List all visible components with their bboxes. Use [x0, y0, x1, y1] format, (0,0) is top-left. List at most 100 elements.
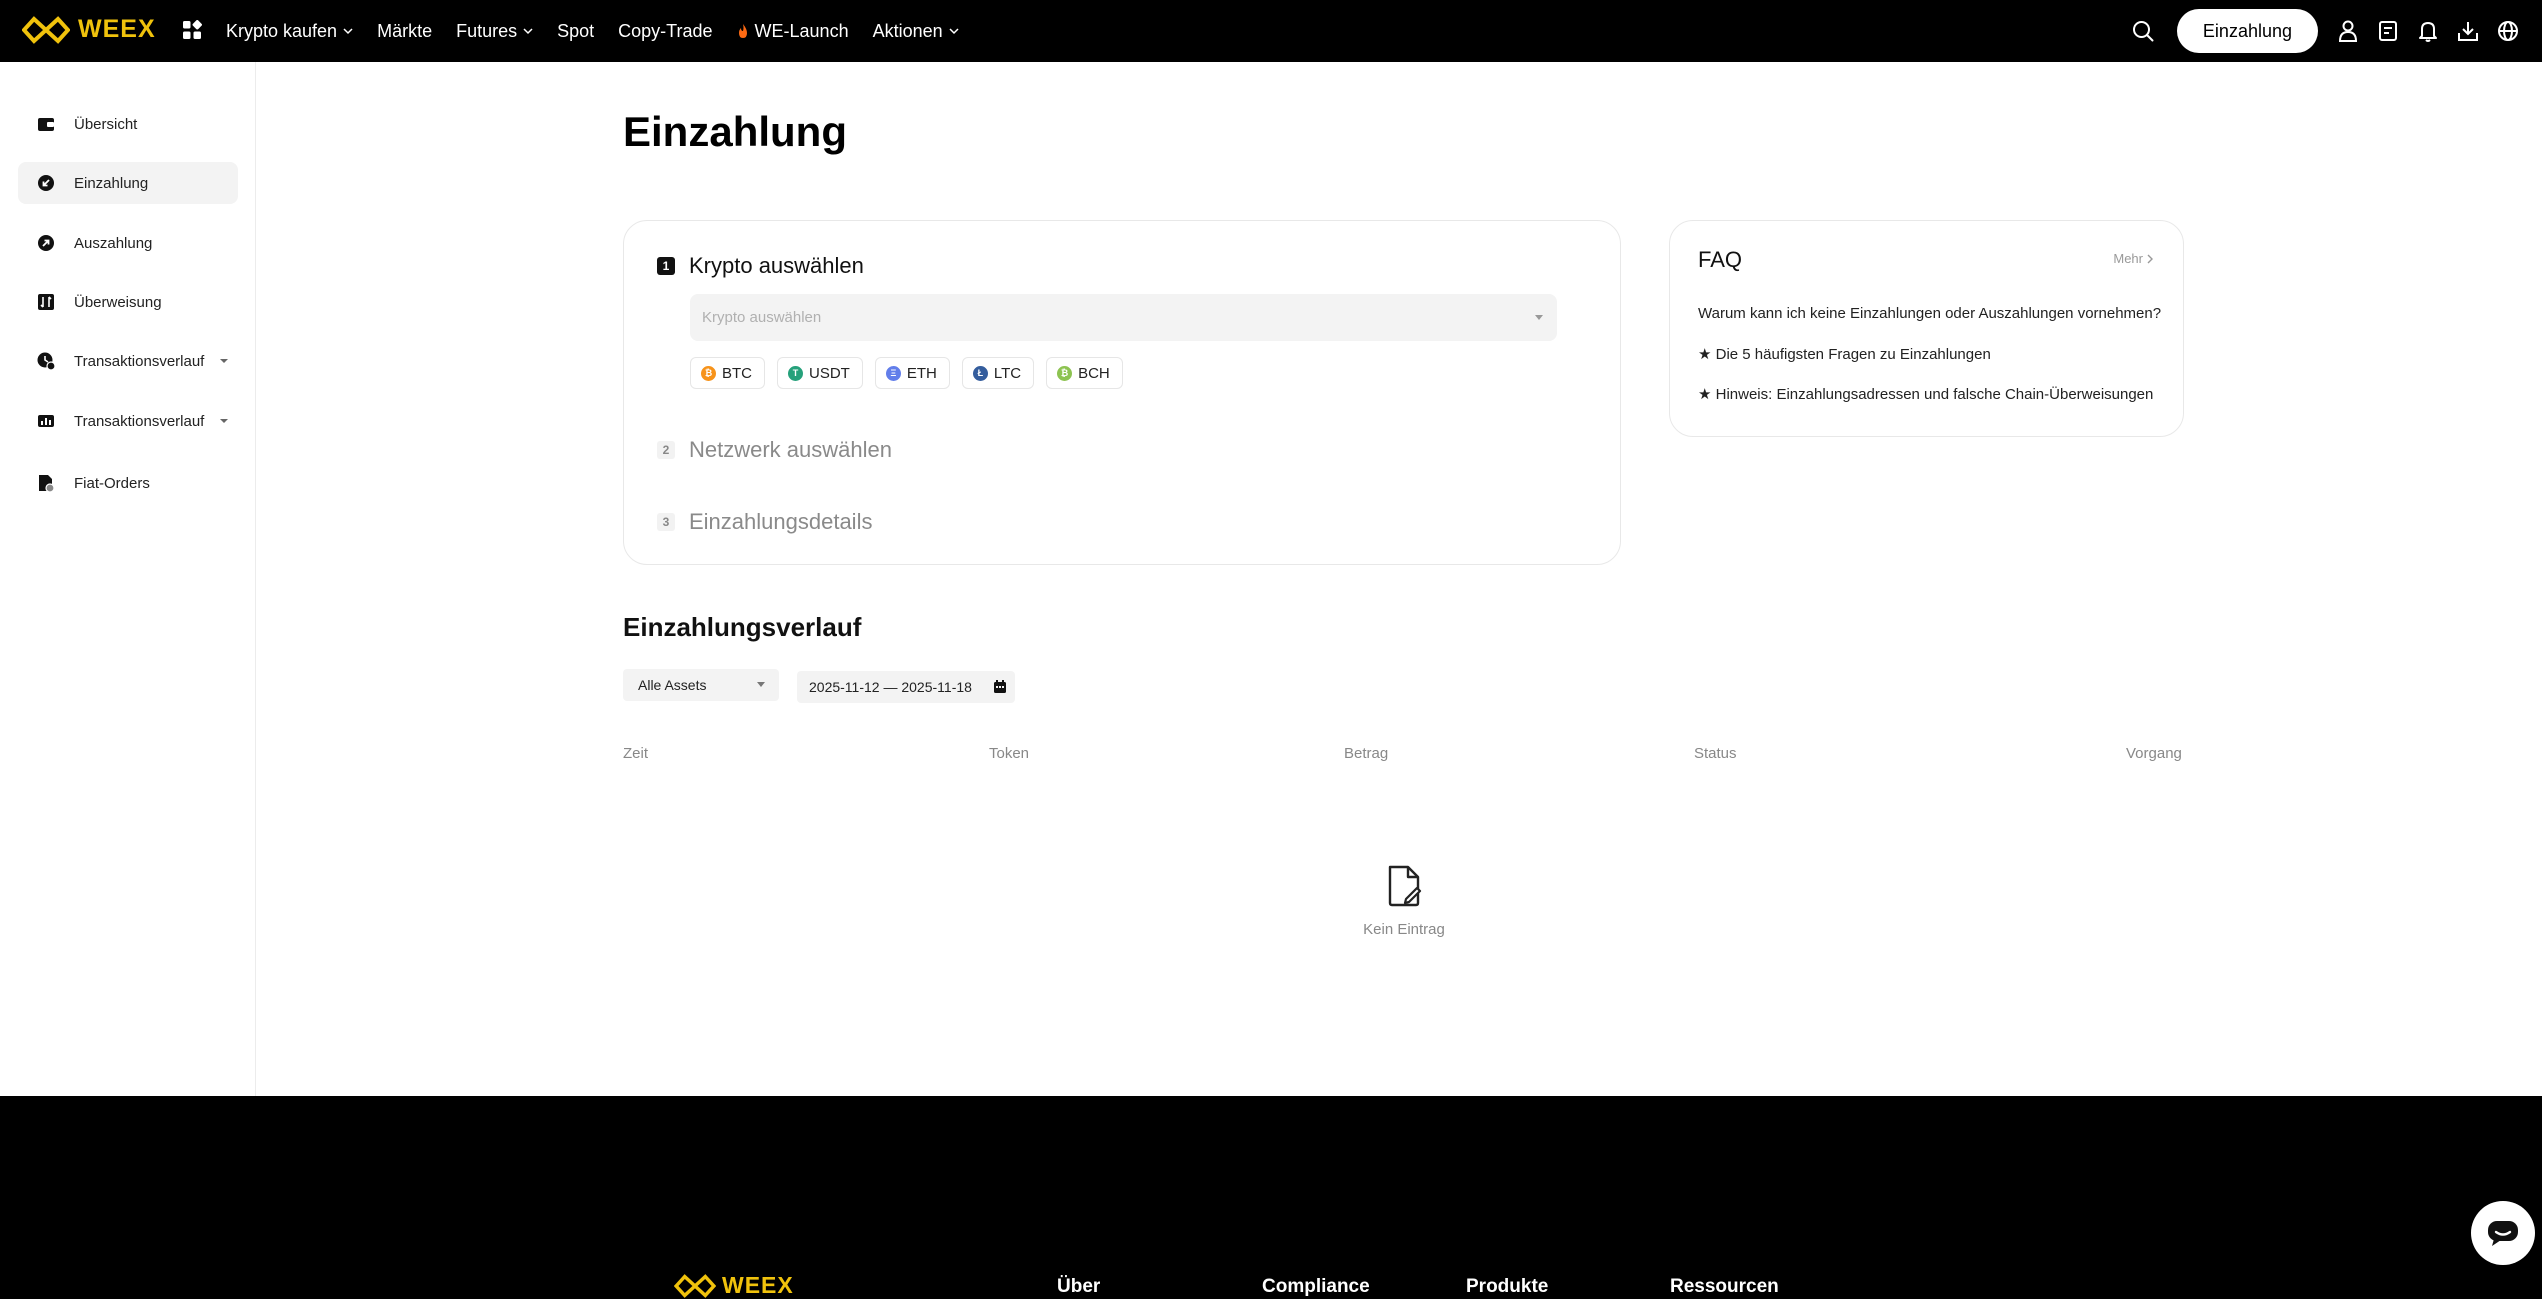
btc-icon: ₿ — [701, 365, 716, 381]
fire-icon — [738, 23, 747, 38]
faq-more-label: Mehr — [2113, 251, 2143, 266]
footer-column-resources: Ressourcen — [1670, 1276, 1779, 1297]
footer-column-about: Über — [1057, 1276, 1101, 1297]
nav-actions: Einzahlung — [2123, 0, 2528, 62]
nav-item-label: Aktionen — [872, 20, 943, 41]
sidebar-item-label: Einzahlung — [74, 174, 149, 192]
chevron-down-icon — [343, 28, 353, 35]
empty-state-text: Kein Eintrag — [1363, 921, 1445, 938]
sidebar-item-label: Fiat-Orders — [74, 474, 150, 492]
coin-chip-usdt[interactable]: T USDT — [777, 357, 863, 389]
step-number: 1 — [657, 257, 675, 275]
empty-document-icon — [1388, 865, 1422, 907]
coin-symbol: LTC — [993, 364, 1022, 382]
weex-logo-icon — [674, 1273, 716, 1298]
user-icon[interactable] — [2328, 11, 2368, 51]
fiat-orders-icon — [39, 475, 55, 493]
usdt-icon: T — [788, 365, 803, 381]
wallet-icon — [38, 118, 54, 131]
sidebar-item-label: Auszahlung — [74, 234, 153, 252]
date-range-picker[interactable]: 2025-11-12 — 2025-11-18 — [797, 671, 1015, 703]
nav-item-copy-trade[interactable]: Copy-Trade — [618, 21, 712, 42]
ltc-icon: Ł — [972, 365, 988, 381]
orders-icon[interactable] — [2368, 11, 2408, 51]
nav-item-label: Krypto kaufen — [226, 20, 338, 41]
nav-item-label: Märkte — [377, 20, 433, 41]
weex-logo-text: WEEX — [78, 15, 156, 43]
weex-logo[interactable]: WEEX — [22, 15, 156, 44]
coin-symbol: BCH — [1078, 364, 1110, 382]
step-select-network: 2 Netzwerk auswählen — [657, 437, 892, 463]
sidebar-item-fiat-orders[interactable]: Fiat-Orders — [18, 462, 238, 504]
footer-column-compliance: Compliance — [1262, 1276, 1370, 1297]
deposit-button[interactable]: Einzahlung — [2176, 9, 2318, 53]
sidebar-item-einzahlung[interactable]: Einzahlung — [18, 162, 238, 204]
nav-item-futures[interactable]: Futures — [456, 21, 533, 42]
caret-down-icon — [220, 419, 228, 423]
sidebar-item-label: Überweisung — [74, 293, 162, 311]
footer-logo-text: WEEX — [722, 1272, 794, 1298]
sidebar-item-transaktionsverlauf[interactable]: Transaktionsverlauf — [18, 340, 238, 382]
nav-item-aktionen[interactable]: Aktionen — [873, 21, 959, 42]
sidebar-item-label: Transaktionsverlauf — [74, 412, 205, 430]
chevron-down-icon — [949, 28, 959, 35]
coin-chip-eth[interactable]: Ξ ETH — [874, 357, 950, 389]
eth-icon: Ξ — [885, 365, 901, 381]
coin-chip-ltc[interactable]: Ł LTC — [961, 357, 1035, 389]
top-navigation: WEEX Krypto kaufen Märkte Futures Spot Copy-… — [0, 0, 2542, 62]
column-header-time: Zeit — [623, 745, 649, 762]
chevron-right-icon — [2147, 254, 2153, 263]
faq-question[interactable]: ★ Hinweis: Einzahlungsadressen und falsc… — [1698, 385, 2153, 403]
footer-logo[interactable]: WEEX — [674, 1272, 794, 1299]
chat-icon — [2488, 1221, 2518, 1246]
nav-menu: Krypto kaufen Märkte Futures Spot Copy-Trade… — [226, 0, 983, 62]
caret-down-icon — [1535, 315, 1543, 320]
coin-chip-bch[interactable]: ₿ BCH — [1046, 357, 1123, 389]
transfer-icon — [38, 294, 54, 310]
faq-question[interactable]: Warum kann ich keine Einzahlungen oder A… — [1698, 305, 2161, 322]
column-header-amount: Betrag — [1344, 745, 1389, 762]
column-header-action: Vorgang — [2126, 745, 2182, 762]
download-icon[interactable] — [2448, 11, 2488, 51]
coin-symbol: ETH — [906, 364, 937, 382]
globe-icon[interactable] — [2488, 11, 2528, 51]
crypto-select-placeholder: Krypto auswählen — [702, 309, 822, 326]
weex-logo-icon — [22, 15, 70, 44]
sidebar-item-transaktionsverlauf-2[interactable]: Transaktionsverlauf — [18, 400, 238, 442]
nav-item-krypto-kaufen[interactable]: Krypto kaufen — [226, 21, 353, 42]
sidebar-item-label: Transaktionsverlauf — [74, 352, 205, 370]
sidebar-item-übersicht[interactable]: Übersicht — [18, 103, 238, 145]
caret-down-icon — [757, 682, 765, 687]
support-chat-button[interactable] — [2471, 1201, 2535, 1265]
sidebar: Übersicht Einzahlung Auszahlung Überweisung… — [0, 62, 256, 1096]
bch-icon: ₿ — [1057, 365, 1073, 381]
faq-question[interactable]: ★ Die 5 häufigsten Fragen zu Einzahlunge… — [1698, 345, 1991, 363]
bell-icon[interactable] — [2408, 11, 2448, 51]
coin-symbol: USDT — [809, 364, 850, 382]
coin-chip-btc[interactable]: ₿ BTC — [690, 357, 765, 389]
nav-item-märkte[interactable]: Märkte — [377, 21, 432, 42]
nav-item-label: WE-Launch — [754, 20, 849, 41]
chart-history-icon — [38, 415, 54, 427]
search-icon[interactable] — [2123, 11, 2163, 51]
nav-item-spot[interactable]: Spot — [557, 21, 594, 42]
column-header-token: Token — [989, 745, 1030, 762]
footer: WEEX Über Compliance Produkte Ressourcen — [0, 1096, 2542, 1299]
faq-more-link[interactable]: Mehr — [2113, 251, 2153, 266]
step-select-crypto: 1 Krypto auswählen — [657, 253, 864, 279]
nav-item-we-launch[interactable]: WE-Launch — [737, 21, 849, 42]
step-label: Einzahlungsdetails — [689, 509, 873, 534]
sidebar-item-auszahlung[interactable]: Auszahlung — [18, 222, 238, 264]
step-number: 2 — [657, 441, 675, 459]
sidebar-item-überweisung[interactable]: Überweisung — [18, 281, 238, 323]
sidebar-item-label: Übersicht — [74, 115, 138, 133]
date-range-value: 2025-11-12 — 2025-11-18 — [809, 679, 972, 695]
asset-filter-value: Alle Assets — [638, 677, 707, 693]
asset-filter-select[interactable]: Alle Assets — [623, 669, 779, 701]
apps-grid-icon[interactable] — [182, 20, 202, 40]
withdraw-icon — [38, 235, 54, 251]
faq-title: FAQ — [1698, 247, 1743, 272]
caret-down-icon — [220, 359, 228, 363]
crypto-select[interactable]: Krypto auswählen — [690, 294, 1557, 341]
deposit-icon — [38, 175, 54, 191]
